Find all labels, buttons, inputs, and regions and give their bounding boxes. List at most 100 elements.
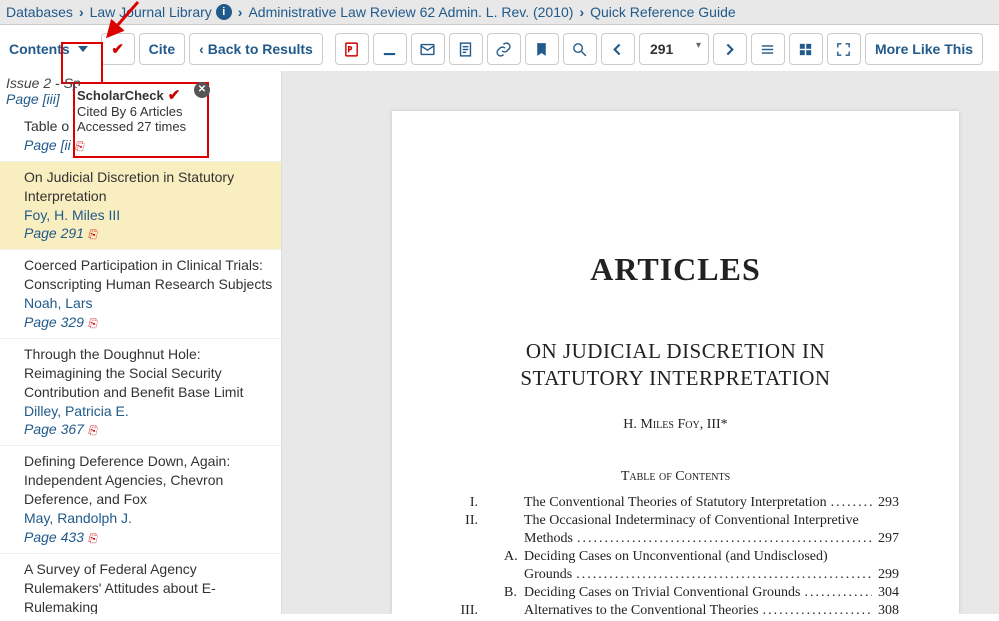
grid-view-button[interactable] [789,33,823,65]
sidebar-item[interactable]: Defining Deference Down, Again: Independ… [0,446,281,553]
sidebar-item[interactable]: On Judicial Discretion in Statutory Inte… [0,162,281,251]
prev-page-button[interactable] [601,33,635,65]
toc-row: Grounds299 [452,567,899,583]
toc-num: II. [452,513,488,529]
pdf-button[interactable] [335,33,369,65]
toc-sub [488,513,524,529]
toc-text: Grounds [524,567,872,583]
toc-num [452,549,488,565]
search-button[interactable] [563,33,597,65]
checkmark-icon: ✔ [168,86,181,104]
toc-text: Deciding Cases on Unconventional (and Un… [524,549,899,565]
bookmark-button[interactable] [525,33,559,65]
toc-text: Alternatives to the Conventional Theorie… [524,603,872,614]
article-title: ON JUDICIAL DISCRETION IN STATUTORY INTE… [452,338,899,393]
sidebar-item[interactable]: Through the Doughnut Hole: Reimagining t… [0,339,281,446]
item-page[interactable]: Page 329 ⎘ [24,313,275,332]
item-title: A Survey of Federal Agency Rulemakers' A… [24,560,275,614]
toc-row: I. The Conventional Theories of Statutory… [452,495,899,511]
download-button[interactable] [373,33,407,65]
document-viewer[interactable]: ARTICLES ON JUDICIAL DISCRETION IN STATU… [282,71,999,614]
info-icon[interactable]: i [216,4,232,20]
item-page[interactable]: Page [ii ⎘ [24,136,275,155]
back-to-results-button[interactable]: ‹ Back to Results [189,33,323,65]
toc-text: Deciding Cases on Trivial Conventional G… [524,585,872,601]
toc-text: The Conventional Theories of Statutory I… [524,495,872,511]
item-title: On Judicial Discretion in Statutory Inte… [24,168,275,206]
toc-sub [488,567,524,583]
contents-sidebar[interactable]: Issue 2 - Sp Page [iii] Table oPage [ii … [0,71,282,614]
item-title: Coerced Participation in Clinical Trials… [24,256,275,294]
pdf-icon: ⎘ [88,533,97,545]
breadcrumb-guide[interactable]: Quick Reference Guide [590,4,736,20]
item-page[interactable]: Page 433 ⎘ [24,528,275,547]
pdf-icon: ⎘ [88,229,97,241]
next-page-button[interactable] [713,33,747,65]
breadcrumb-databases[interactable]: Databases [6,4,73,20]
permalink-button[interactable] [487,33,521,65]
item-author: Noah, Lars [24,294,275,313]
title-line: ON JUDICIAL DISCRETION IN [526,339,825,363]
chevron-right-icon: › [79,4,84,20]
fullscreen-button[interactable] [827,33,861,65]
toc-row: A.Deciding Cases on Unconventional (and … [452,549,899,565]
checkmark-icon: ✔ [111,40,124,58]
scholarcheck-title: ScholarCheck [77,88,164,103]
breadcrumb-volume[interactable]: Administrative Law Review 62 Admin. L. R… [248,4,573,20]
chevron-left-icon: ‹ [199,41,204,57]
toc-row: II. The Occasional Indeterminacy of Conve… [452,513,899,529]
text-button[interactable] [449,33,483,65]
more-like-this-button[interactable]: More Like This [865,33,983,65]
toc-page: 308 [872,603,899,614]
toc-text: The Occasional Indeterminacy of Conventi… [524,513,899,529]
close-icon[interactable]: ✕ [194,82,210,98]
scholarcheck-popup: ✕ ScholarCheck ✔ Cited By 6 Articles Acc… [77,86,205,134]
toc-num [452,567,488,583]
breadcrumb: Databases › Law Journal Library i › Admi… [0,0,999,25]
toc-heading: Table of Contents [452,469,899,485]
toc-sub [488,603,524,614]
back-label: Back to Results [208,41,313,57]
page-image: ARTICLES ON JUDICIAL DISCRETION IN STATU… [392,111,959,614]
toolbar: Contents ✔ Cite ‹ Back to Results 291 Mo… [0,25,999,71]
item-page[interactable]: Page 367 ⎘ [24,420,275,439]
toc-num: I. [452,495,488,511]
email-button[interactable] [411,33,445,65]
toc-row: Methods297 [452,531,899,547]
toc-num [452,531,488,547]
item-author: Foy, H. Miles III [24,206,275,225]
toc-sub: B. [488,585,524,601]
toc-page: 304 [872,585,899,601]
cite-button[interactable]: Cite [139,33,185,65]
doc-table-of-contents: I. The Conventional Theories of Statutory… [452,495,899,614]
toc-page: 299 [872,567,899,583]
section-heading: ARTICLES [452,251,899,288]
item-author: May, Randolph J. [24,509,275,528]
toc-num: III. [452,603,488,614]
item-page[interactable]: Page 291 ⎘ [24,224,275,243]
scholarcheck-button[interactable]: ✔ [101,33,135,65]
article-author: H. Miles Foy, III* [452,417,899,433]
item-title: Defining Deference Down, Again: Independ… [24,452,275,509]
toc-page: 293 [872,495,899,511]
toc-sub: A. [488,549,524,565]
title-line: STATUTORY INTERPRETATION [520,366,830,390]
list-view-button[interactable] [751,33,785,65]
pdf-icon: ⎘ [88,425,97,437]
item-title: Through the Doughnut Hole: Reimagining t… [24,345,275,402]
item-author: Dilley, Patricia E. [24,402,275,421]
toc-page: 297 [872,531,899,547]
breadcrumb-library[interactable]: Law Journal Library [90,4,212,20]
issue-page[interactable]: Page [iii] [6,91,60,107]
scholarcheck-accessed: Accessed 27 times [77,119,205,134]
page-select[interactable]: 291 [639,33,709,65]
toc-sub [488,531,524,547]
issue-label: Issue 2 - Sp [6,75,81,91]
toc-num [452,585,488,601]
toc-sub [488,495,524,511]
sidebar-item[interactable]: A Survey of Federal Agency Rulemakers' A… [0,554,281,614]
toc-text: Methods [524,531,872,547]
toc-row: B.Deciding Cases on Trivial Conventional… [452,585,899,601]
chevron-right-icon: › [238,4,243,20]
sidebar-item[interactable]: Coerced Participation in Clinical Trials… [0,250,281,339]
